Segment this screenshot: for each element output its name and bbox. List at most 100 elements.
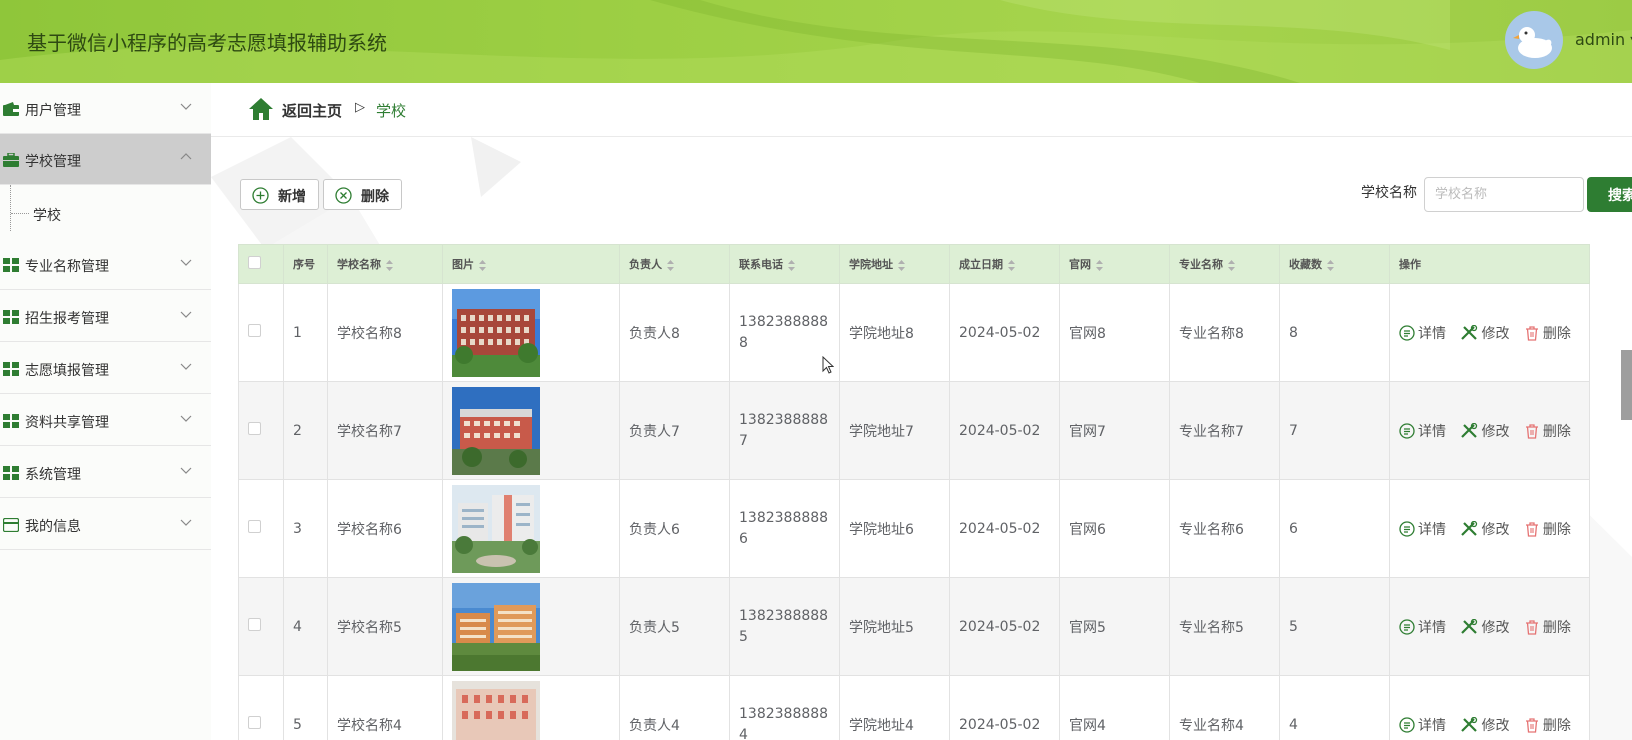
detail-button[interactable]: 详情 xyxy=(1399,617,1446,637)
sidebar-item-major-management[interactable]: 专业名称管理 xyxy=(0,239,211,290)
row-checkbox[interactable] xyxy=(248,618,261,631)
row-checkbox-cell[interactable] xyxy=(238,675,284,740)
column-header[interactable]: 专业名称 xyxy=(1169,244,1280,284)
sidebar-item-label: 专业名称管理 xyxy=(25,259,109,275)
delete-button[interactable]: 删除 xyxy=(1524,519,1571,539)
app-title: 基于微信小程序的高考志愿填报辅助系统 xyxy=(27,31,387,55)
cell-index: 3 xyxy=(283,479,328,578)
row-checkbox[interactable] xyxy=(248,520,261,533)
sort-icon[interactable] xyxy=(386,259,393,271)
duck-icon xyxy=(1513,27,1552,58)
row-checkbox-cell[interactable] xyxy=(238,283,284,382)
close-circle-icon xyxy=(335,187,352,204)
sidebar-item-application-management[interactable]: 志愿填报管理 xyxy=(0,343,211,394)
sidebar-item-school-management[interactable]: 学校管理 xyxy=(0,134,211,185)
row-checkbox[interactable] xyxy=(248,324,261,337)
plus-circle-icon xyxy=(252,187,269,204)
add-button[interactable]: 新增 xyxy=(240,179,319,210)
column-header[interactable]: 收藏数 xyxy=(1279,244,1390,284)
cell-website: 官网5 xyxy=(1059,577,1170,676)
sort-icon[interactable] xyxy=(898,259,905,271)
user-avatar[interactable] xyxy=(1505,11,1563,69)
column-header[interactable]: 学校名称 xyxy=(327,244,443,284)
trash-icon xyxy=(1525,325,1538,341)
search-input[interactable] xyxy=(1424,177,1584,212)
sidebar-item-system-management[interactable]: 系统管理 xyxy=(0,447,211,498)
cell-major: 专业名称5 xyxy=(1169,577,1280,676)
column-header[interactable]: 联系电话 xyxy=(729,244,840,284)
delete-button[interactable]: 删除 xyxy=(1524,715,1571,735)
cell-person: 负责人7 xyxy=(619,381,730,480)
edit-button[interactable]: 修改 xyxy=(1460,519,1509,539)
sort-icon[interactable] xyxy=(788,259,795,271)
cell-address: 学院地址4 xyxy=(839,675,950,740)
briefcase-icon xyxy=(3,153,19,167)
select-all-checkbox[interactable] xyxy=(248,256,261,269)
detail-button[interactable]: 详情 xyxy=(1399,519,1446,539)
sort-icon[interactable] xyxy=(1096,259,1103,271)
breadcrumb-home-link[interactable]: 返回主页 xyxy=(282,100,342,121)
sidebar-item-resource-management[interactable]: 资料共享管理 xyxy=(0,395,211,446)
search-button[interactable]: 搜索 xyxy=(1587,177,1632,212)
school-photo[interactable] xyxy=(452,484,540,573)
cell-index: 5 xyxy=(283,675,328,740)
cell-person: 负责人8 xyxy=(619,283,730,382)
edit-button[interactable]: 修改 xyxy=(1460,323,1509,343)
cell-school-name: 学校名称4 xyxy=(327,675,443,740)
edit-button[interactable]: 修改 xyxy=(1460,715,1509,735)
table-header-row: 序号 学校名称 图片 负责人 联系电话 学院地址 成立日期 官网 专业名称 收藏… xyxy=(238,244,1590,284)
user-menu[interactable]: admin ▾ xyxy=(1575,30,1632,49)
cell-school-name: 学校名称8 xyxy=(327,283,443,382)
vertical-scrollbar[interactable] xyxy=(1621,350,1632,420)
sidebar-subitem-school[interactable]: 学校 xyxy=(0,185,211,241)
sidebar-subitem-label: 学校 xyxy=(33,208,61,224)
column-header[interactable]: 成立日期 xyxy=(949,244,1060,284)
sort-icon[interactable] xyxy=(1008,259,1015,271)
delete-button[interactable]: 删除 xyxy=(1524,323,1571,343)
batch-delete-button[interactable]: 删除 xyxy=(323,179,402,210)
detail-button[interactable]: 详情 xyxy=(1399,715,1446,735)
sidebar-item-my-info[interactable]: 我的信息 xyxy=(0,499,211,550)
sort-icon[interactable] xyxy=(667,259,674,271)
sidebar-item-enrollment-management[interactable]: 招生报考管理 xyxy=(0,291,211,342)
sort-icon[interactable] xyxy=(1228,259,1235,271)
table-row: 1 学校名称8 负责人8 1382388888 8 学院地址8 2024-05-0… xyxy=(238,283,1590,382)
select-all-checkbox-cell[interactable] xyxy=(238,244,284,284)
cell-date: 2024-05-02 xyxy=(949,675,1060,740)
delete-button[interactable]: 删除 xyxy=(1524,617,1571,637)
detail-icon xyxy=(1399,618,1415,635)
sort-icon[interactable] xyxy=(1327,259,1334,271)
cell-person: 负责人6 xyxy=(619,479,730,578)
row-checkbox[interactable] xyxy=(248,422,261,435)
school-photo[interactable] xyxy=(452,288,540,377)
school-photo[interactable] xyxy=(452,582,540,671)
column-header[interactable]: 图片 xyxy=(442,244,620,284)
column-header[interactable]: 学院地址 xyxy=(839,244,950,284)
trash-icon xyxy=(1525,423,1538,439)
row-checkbox[interactable] xyxy=(248,716,261,729)
home-icon[interactable] xyxy=(248,97,274,121)
row-checkbox-cell[interactable] xyxy=(238,381,284,480)
school-table: 序号 学校名称 图片 负责人 联系电话 学院地址 成立日期 官网 专业名称 收藏… xyxy=(238,244,1590,740)
column-header[interactable]: 官网 xyxy=(1059,244,1170,284)
edit-button[interactable]: 修改 xyxy=(1460,617,1509,637)
cell-actions: 详情 修改 删除 xyxy=(1389,577,1590,676)
sort-icon[interactable] xyxy=(479,259,486,271)
sidebar-item-user-management[interactable]: 用户管理 xyxy=(0,83,211,134)
cell-address: 学院地址6 xyxy=(839,479,950,578)
wallet-icon xyxy=(3,102,19,116)
tools-icon xyxy=(1461,422,1478,438)
school-photo[interactable] xyxy=(452,680,540,740)
detail-button[interactable]: 详情 xyxy=(1399,421,1446,441)
row-checkbox-cell[interactable] xyxy=(238,577,284,676)
cell-major: 专业名称6 xyxy=(1169,479,1280,578)
column-header[interactable]: 负责人 xyxy=(619,244,730,284)
cell-actions: 详情 修改 删除 xyxy=(1389,479,1590,578)
cell-favorites: 8 xyxy=(1279,283,1390,382)
school-photo[interactable] xyxy=(452,386,540,475)
detail-button[interactable]: 详情 xyxy=(1399,323,1446,343)
detail-icon xyxy=(1399,422,1415,439)
edit-button[interactable]: 修改 xyxy=(1460,421,1509,441)
row-checkbox-cell[interactable] xyxy=(238,479,284,578)
delete-button[interactable]: 删除 xyxy=(1524,421,1571,441)
